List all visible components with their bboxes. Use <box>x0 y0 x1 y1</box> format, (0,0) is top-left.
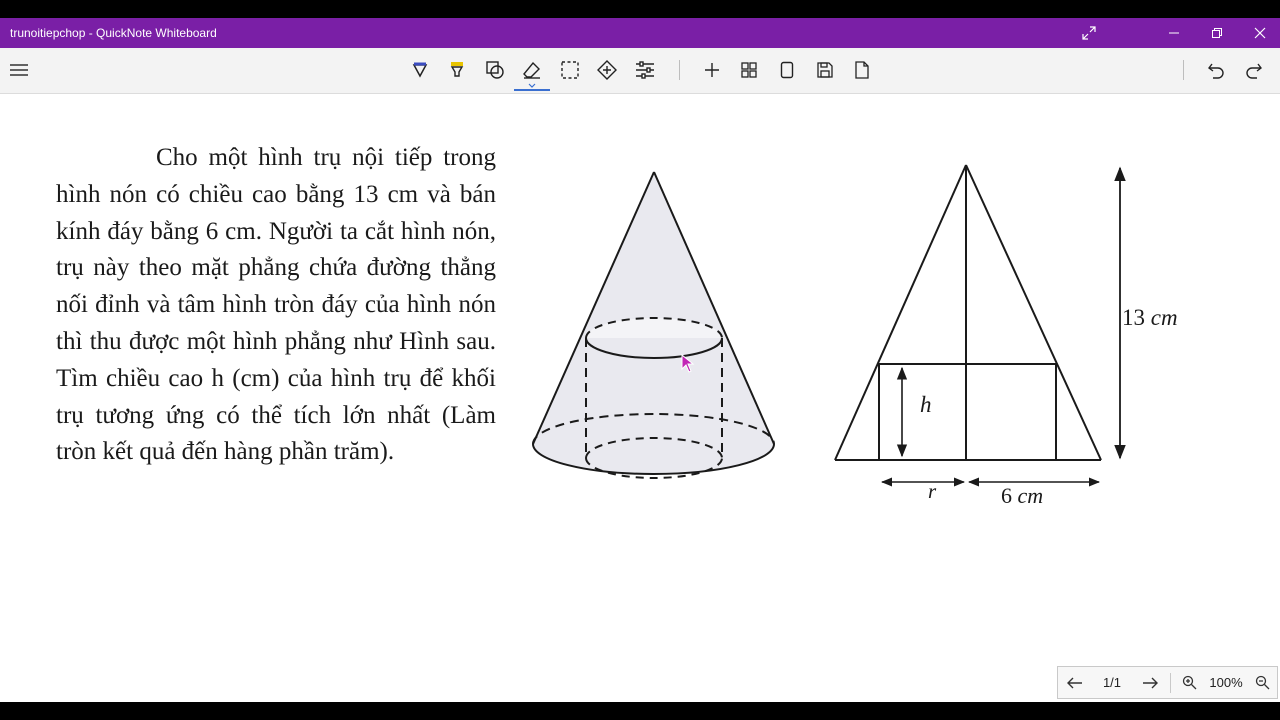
menu-button[interactable] <box>4 55 34 85</box>
zoom-level: 100% <box>1209 675 1243 690</box>
shapes-icon <box>486 61 504 79</box>
base-unit: cm <box>1018 483 1044 508</box>
problem-text: Cho một hình trụ nội tiếp trong hình nón… <box>56 144 496 466</box>
triangle-left-side <box>834 164 967 461</box>
bottom-black-bar <box>0 702 1280 720</box>
redo-button[interactable] <box>1239 55 1269 85</box>
page-button[interactable] <box>772 55 802 85</box>
lasso-select-button[interactable] <box>555 55 585 85</box>
r-label: r <box>928 479 937 503</box>
cone-3d-figure <box>532 171 775 479</box>
add-icon <box>705 63 719 77</box>
save-icon <box>817 62 833 78</box>
h-label: h <box>920 392 932 417</box>
restore-icon <box>1212 28 1222 38</box>
move-icon <box>597 60 617 80</box>
highlighter-icon <box>450 62 464 77</box>
zoom-in-button[interactable] <box>1175 667 1203 698</box>
eraser-icon <box>523 61 540 79</box>
toolbar <box>0 48 1280 94</box>
height-label: 13 cm <box>1122 305 1178 330</box>
add-button[interactable] <box>697 55 727 85</box>
export-icon <box>855 61 869 79</box>
page-icon <box>780 61 794 79</box>
grid-icon <box>741 62 757 78</box>
export-button[interactable] <box>847 55 877 85</box>
undo-icon <box>1208 63 1224 79</box>
toolbar-divider <box>1183 60 1184 80</box>
close-icon <box>1254 27 1266 39</box>
pen-icon <box>412 62 428 78</box>
mouse-cursor-icon <box>681 354 695 373</box>
zoom-out-icon <box>1255 675 1269 690</box>
title-bar: trunoitiepchop - QuickNote Whiteboard <box>0 18 1280 48</box>
lasso-select-icon <box>561 61 579 79</box>
highlighter-tool-button[interactable] <box>442 55 472 85</box>
pen-tool-button[interactable] <box>405 55 435 85</box>
previous-page-button[interactable] <box>1060 667 1090 698</box>
hamburger-menu-icon <box>10 64 28 76</box>
save-button[interactable] <box>810 55 840 85</box>
zoom-in-icon <box>1182 675 1196 690</box>
page-indicator: 1/1 <box>1102 675 1122 690</box>
redo-icon <box>1246 63 1262 79</box>
triangle-right-side <box>965 164 1102 461</box>
chevron-down-icon <box>528 83 536 88</box>
arrow-left-icon <box>1067 677 1082 688</box>
arrow-right-icon <box>1143 677 1158 688</box>
base-value: 6 <box>1001 483 1012 508</box>
top-black-bar <box>0 0 1280 18</box>
restore-button[interactable] <box>1195 18 1239 48</box>
height-value: 13 <box>1122 305 1145 330</box>
settings-sliders-icon <box>636 61 654 79</box>
whiteboard-canvas[interactable]: Cho một hình trụ nội tiếp trong hình nón… <box>0 94 1280 702</box>
base-label: 6 cm <box>1001 483 1043 508</box>
settings-button[interactable] <box>630 55 660 85</box>
cross-section-figure: 13 cm h r 6 cm <box>834 164 1178 508</box>
next-page-button[interactable] <box>1135 667 1165 698</box>
toolbar-divider <box>679 60 680 80</box>
inscribed-rectangle <box>878 363 1057 461</box>
pager-divider <box>1170 673 1171 693</box>
window-title: trunoitiepchop - QuickNote Whiteboard <box>10 26 217 40</box>
expand-icon <box>1082 26 1096 40</box>
shapes-tool-button[interactable] <box>480 55 510 85</box>
move-tool-button[interactable] <box>592 55 622 85</box>
close-button[interactable] <box>1238 18 1280 48</box>
eraser-tool-button[interactable] <box>514 55 550 91</box>
undo-button[interactable] <box>1201 55 1231 85</box>
height-unit: cm <box>1151 305 1178 330</box>
minimize-button[interactable] <box>1152 18 1196 48</box>
fullscreen-button[interactable] <box>1067 18 1111 48</box>
page-navigator: 1/1 100% <box>1057 666 1278 699</box>
minimize-icon <box>1169 32 1179 34</box>
grid-button[interactable] <box>734 55 764 85</box>
zoom-out-button[interactable] <box>1249 667 1275 698</box>
